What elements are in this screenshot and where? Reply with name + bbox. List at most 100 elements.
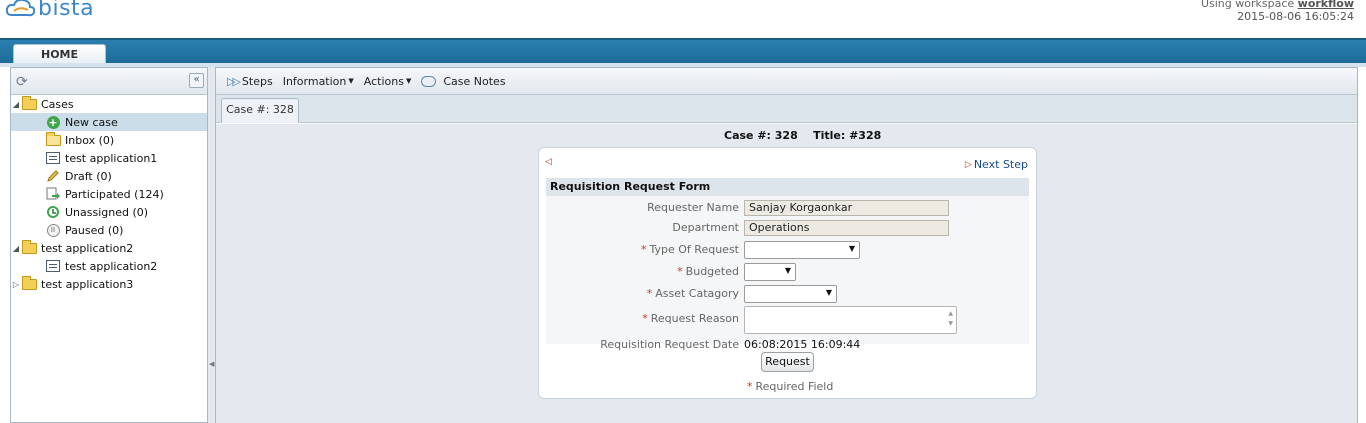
expanded-arrow-icon[interactable]: ◢ bbox=[11, 244, 21, 253]
tree-label: Draft (0) bbox=[65, 169, 112, 183]
steps-label: Steps bbox=[241, 74, 273, 88]
dropdown-arrow-icon: ▼ bbox=[784, 266, 791, 275]
logo: bista bbox=[6, 0, 94, 22]
dropdown-arrow-icon: ▼ bbox=[848, 244, 855, 253]
requester-name-row: Requester Name Sanjay Korgaonkar bbox=[546, 199, 1029, 217]
refresh-icon[interactable]: ⟳ bbox=[16, 74, 28, 90]
tree-label: Unassigned (0) bbox=[65, 205, 149, 219]
form-title: Requisition Request Form bbox=[546, 178, 1029, 196]
steps-button[interactable]: ▷▷ Steps bbox=[227, 75, 273, 88]
collapse-sidebar-button[interactable]: « bbox=[189, 73, 204, 88]
department-label: Department bbox=[672, 221, 739, 234]
form-icon bbox=[45, 259, 61, 273]
form-fields: Requester Name Sanjay Korgaonkar Departm… bbox=[546, 196, 1029, 351]
folder-icon bbox=[21, 239, 37, 255]
required-field-note: * Required Field bbox=[747, 380, 833, 393]
field-label-text: Type Of Request bbox=[649, 243, 739, 256]
inbox-icon bbox=[45, 131, 61, 147]
budgeted-label: * Budgeted bbox=[677, 265, 739, 278]
tree-node-test-application2[interactable]: ◢ test application2 bbox=[11, 239, 207, 257]
actions-menu[interactable]: Actions ▼ bbox=[364, 75, 412, 88]
required-marker: * bbox=[677, 265, 683, 278]
sidebar-item-new-case[interactable]: + New case bbox=[11, 113, 207, 131]
tree-node-test-application3[interactable]: ▷ test application3 bbox=[11, 275, 207, 293]
tree-label: test application2 bbox=[65, 259, 158, 273]
cases-sidebar: ⟳ « ◢ Cases + New case Inbox (0) test ap… bbox=[10, 67, 208, 423]
tree-label: Inbox (0) bbox=[65, 133, 115, 147]
main-nav-bar: HOME bbox=[0, 38, 1366, 65]
next-arrow-icon: ▷ bbox=[964, 159, 972, 170]
department-field: Operations bbox=[744, 220, 949, 236]
requester-name-label: Requester Name bbox=[647, 201, 739, 214]
sidebar-item-test-application1[interactable]: test application1 bbox=[11, 149, 207, 167]
next-step-link[interactable]: ▷ Next Step bbox=[965, 158, 1028, 171]
sidebar-toolbar: ⟳ « bbox=[11, 68, 207, 95]
tree-label: test application1 bbox=[65, 151, 158, 165]
sidebar-item-test-application2-form[interactable]: test application2 bbox=[11, 257, 207, 275]
server-datetime: 2015-08-06 16:05:24 bbox=[1237, 10, 1354, 23]
request-submit-button[interactable]: Request bbox=[761, 352, 814, 372]
tab-case[interactable]: Case #: 328 bbox=[221, 98, 299, 123]
type-of-request-row: * Type Of Request ▼ bbox=[546, 240, 1029, 260]
previous-step-icon[interactable]: ◁ bbox=[545, 157, 552, 167]
asset-category-row: * Asset Catagory ▼ bbox=[546, 284, 1029, 304]
case-title: Title: #328 bbox=[813, 129, 882, 142]
sidebar-item-participated[interactable]: Participated (124) bbox=[11, 185, 207, 203]
collapsed-arrow-icon[interactable]: ▷ bbox=[11, 280, 21, 289]
case-toolbar: ▷▷ Steps Information ▼ Actions ▼ Case Note… bbox=[216, 68, 1357, 95]
panel-splitter[interactable]: ◀ bbox=[208, 67, 215, 423]
cloud-logo-icon bbox=[6, 0, 36, 17]
required-marker: * bbox=[646, 287, 653, 300]
asset-category-select[interactable]: ▼ bbox=[744, 285, 837, 303]
tree-node-cases[interactable]: ◢ Cases bbox=[11, 95, 207, 113]
cases-folder-icon bbox=[21, 95, 37, 111]
splitter-arrow-icon[interactable]: ◀ bbox=[209, 360, 214, 368]
form-icon bbox=[45, 151, 61, 165]
case-panel: ▷▷ Steps Information ▼ Actions ▼ Case Note… bbox=[215, 67, 1358, 423]
type-of-request-select[interactable]: ▼ bbox=[744, 241, 860, 259]
tree-label: New case bbox=[65, 115, 118, 129]
logo-text: bista bbox=[38, 0, 95, 21]
sidebar-item-draft[interactable]: Draft (0) bbox=[11, 167, 207, 185]
department-row: Department Operations bbox=[546, 219, 1029, 237]
budgeted-select[interactable]: ▼ bbox=[744, 263, 796, 281]
required-marker: * bbox=[641, 243, 647, 256]
case-header: Case #: 328 Title: #328 bbox=[724, 129, 881, 142]
request-date-label: Requisition Request Date bbox=[600, 338, 739, 351]
tree-label: Cases bbox=[41, 97, 74, 111]
request-reason-label: * Request Reason bbox=[642, 312, 739, 325]
sidebar-item-unassigned[interactable]: Unassigned (0) bbox=[11, 203, 207, 221]
next-step-label: Next Step bbox=[973, 158, 1028, 171]
required-marker: * bbox=[642, 312, 648, 325]
steps-icon: ▷▷ bbox=[227, 74, 241, 88]
field-label-text: Request Reason bbox=[650, 312, 739, 325]
caret-down-icon: ▼ bbox=[405, 77, 412, 85]
request-date-value: 06:08:2015 16:09:44 bbox=[744, 338, 861, 351]
tab-home[interactable]: HOME bbox=[13, 44, 106, 65]
sidebar-item-inbox[interactable]: Inbox (0) bbox=[11, 131, 207, 149]
request-reason-textarea[interactable]: ▲ ▼ bbox=[744, 306, 957, 334]
case-content: Case #: 328 Title: #328 ◁ ▷ Next Step Re… bbox=[216, 124, 1357, 423]
sidebar-item-paused[interactable]: II Paused (0) bbox=[11, 221, 207, 239]
participated-icon bbox=[45, 187, 61, 201]
tree-label: test application3 bbox=[41, 277, 134, 291]
speech-bubble-icon bbox=[421, 75, 437, 87]
case-notes-button[interactable]: Case Notes bbox=[421, 75, 506, 88]
case-tabstrip: Case #: 328 bbox=[216, 95, 1357, 123]
field-label-text: Budgeted bbox=[685, 265, 739, 278]
field-label-text: Asset Catagory bbox=[655, 287, 739, 300]
dropdown-arrow-icon: ▼ bbox=[825, 288, 832, 297]
expanded-arrow-icon[interactable]: ◢ bbox=[11, 100, 21, 109]
pause-icon: II bbox=[45, 223, 61, 237]
budgeted-row: * Budgeted ▼ bbox=[546, 262, 1029, 282]
required-note-text: Required Field bbox=[755, 380, 834, 393]
required-marker: * bbox=[747, 380, 753, 393]
scroll-arrows-icon[interactable]: ▲ ▼ bbox=[948, 309, 953, 329]
workspace-info: Using workspace workflow 2015-08-06 16:0… bbox=[1201, 0, 1354, 23]
workspace-link[interactable]: workflow bbox=[1298, 0, 1354, 10]
tree-label: Participated (124) bbox=[65, 187, 164, 201]
caret-down-icon: ▼ bbox=[348, 77, 354, 85]
information-menu[interactable]: Information ▼ bbox=[283, 75, 354, 88]
new-case-icon: + bbox=[46, 115, 60, 129]
pencil-icon bbox=[45, 169, 61, 183]
